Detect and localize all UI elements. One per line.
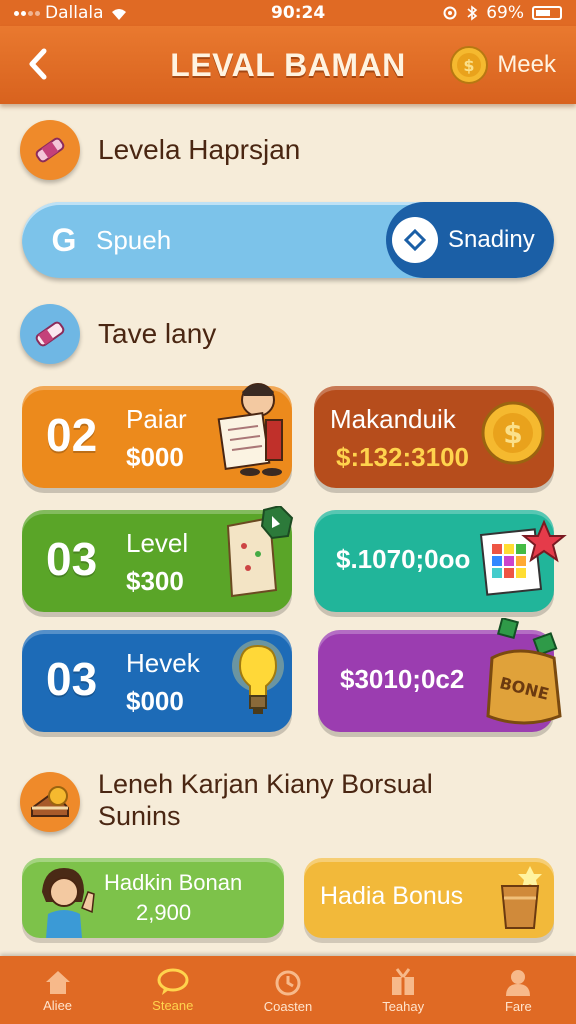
avatar-thumbs-up-icon	[42, 868, 95, 938]
cake-coin-icon	[20, 772, 80, 832]
card-label: Makanduik	[330, 404, 456, 434]
svg-text:$: $	[464, 56, 475, 75]
battery-icon	[532, 6, 562, 20]
search-bar: G Snadiny	[22, 202, 554, 278]
card-amount: $:132:3100	[336, 442, 469, 472]
section-header-1: Levela Haprsjan	[20, 120, 300, 180]
card-amount: $.1070;0oo	[336, 544, 471, 574]
tab-teahay[interactable]: Teahay	[353, 967, 453, 1014]
profile-icon	[506, 969, 531, 996]
status-time: 90:24	[271, 3, 326, 23]
section-header-2: Tave lany	[20, 304, 216, 364]
tab-label: Steane	[152, 997, 194, 1013]
tab-aliee[interactable]: Aliee	[8, 968, 108, 1013]
battery-percent: 69%	[486, 3, 524, 23]
card-amount: $000	[126, 442, 184, 472]
tab-fare[interactable]: Fare	[468, 967, 568, 1014]
bonus-card-label: Hadkin Bonan	[104, 870, 243, 895]
card-amount: $000	[126, 686, 184, 716]
card-number: 03	[46, 533, 98, 585]
wifi-icon	[111, 9, 126, 20]
page-title: LEVAL BAMAN	[170, 46, 406, 83]
chat-icon	[157, 968, 189, 995]
card-number: 03	[46, 653, 98, 705]
bonus-card-hadkin[interactable]: Hadkin Bonan 2,900	[22, 858, 284, 938]
card-label: Paiar	[126, 404, 187, 434]
tab-steane[interactable]: Steane	[123, 968, 223, 1013]
diamond-icon	[392, 217, 438, 263]
search-input[interactable]	[96, 220, 386, 260]
coin-icon: $	[450, 46, 489, 84]
drink-glass-icon	[500, 866, 542, 929]
rotation-lock-icon	[443, 6, 457, 20]
lightbulb-icon	[232, 640, 284, 714]
section-header-3: Leneh Karjan Kiany Borsual Sunins	[20, 768, 433, 832]
level-card-purple[interactable]: $3010;0c2 BONE	[318, 618, 562, 732]
timer-icon	[275, 970, 301, 995]
google-g-icon: G	[51, 222, 77, 258]
card-number: 02	[46, 409, 98, 461]
section-subtitle-3: Sunins	[98, 801, 181, 831]
card-amount: $300	[126, 566, 184, 596]
bonus-card-hadia[interactable]: Hadia Bonus	[304, 858, 554, 938]
gift-icon	[392, 967, 415, 995]
home-icon	[45, 970, 70, 994]
section-title-1: Levela Haprsjan	[98, 134, 301, 165]
tab-label: Coasten	[263, 998, 313, 1014]
tab-label: Fare	[504, 998, 532, 1014]
status-bar: Dallala 90:24 69%	[0, 0, 576, 26]
level-card-03-level[interactable]: 03 Level $300	[22, 506, 294, 612]
section-title-3: Leneh Karjan Kiany Borsual	[98, 769, 433, 799]
level-card-03-hevek[interactable]: 03 Hevek $000	[22, 630, 292, 732]
level-card-02-paiar[interactable]: 02 Paiar $000	[22, 383, 292, 488]
search-action-label: Snadiny	[448, 226, 535, 253]
bonus-card-label: Hadia Bonus	[320, 882, 464, 910]
card-label: Level	[126, 528, 189, 558]
card-label: Hevek	[126, 648, 200, 678]
app-header: LEVAL BAMAN $ Meek	[0, 26, 576, 104]
level-card-makanduik[interactable]: Makanduik $:132:3100 $	[314, 386, 554, 488]
notebook-icon	[226, 506, 294, 598]
bonus-bag-icon: BONE	[486, 618, 562, 725]
gold-coin-icon: $	[481, 401, 545, 465]
tab-label: Teahay	[382, 998, 425, 1014]
tab-coasten[interactable]: Coasten	[238, 967, 338, 1014]
search-action-button[interactable]: Snadiny	[386, 202, 554, 278]
coin-label: Meek	[497, 51, 556, 78]
card-amount: $3010;0c2	[340, 664, 465, 694]
bonus-card-amount: 2,900	[136, 900, 192, 925]
section-title-2: Tave lany	[98, 318, 217, 349]
bottom-tab-bar: Aliee Steane Coasten Teahay Fare	[0, 956, 576, 1024]
character-reading-icon	[217, 383, 283, 476]
level-card-teal[interactable]: $.1070;0oo	[314, 510, 567, 612]
bluetooth-icon	[467, 5, 478, 21]
scroll-icon	[20, 304, 80, 364]
scroll-icon	[20, 120, 80, 180]
carrier-name: Dallala	[45, 3, 104, 23]
signal-icon	[14, 10, 40, 16]
svg-text:$: $	[503, 417, 522, 450]
calendar-grid-icon	[479, 519, 567, 596]
coin-balance-button[interactable]: $ Meek	[449, 44, 556, 86]
back-button[interactable]	[18, 44, 58, 84]
tab-label: Aliee	[43, 997, 73, 1013]
chevron-left-icon	[29, 48, 47, 80]
